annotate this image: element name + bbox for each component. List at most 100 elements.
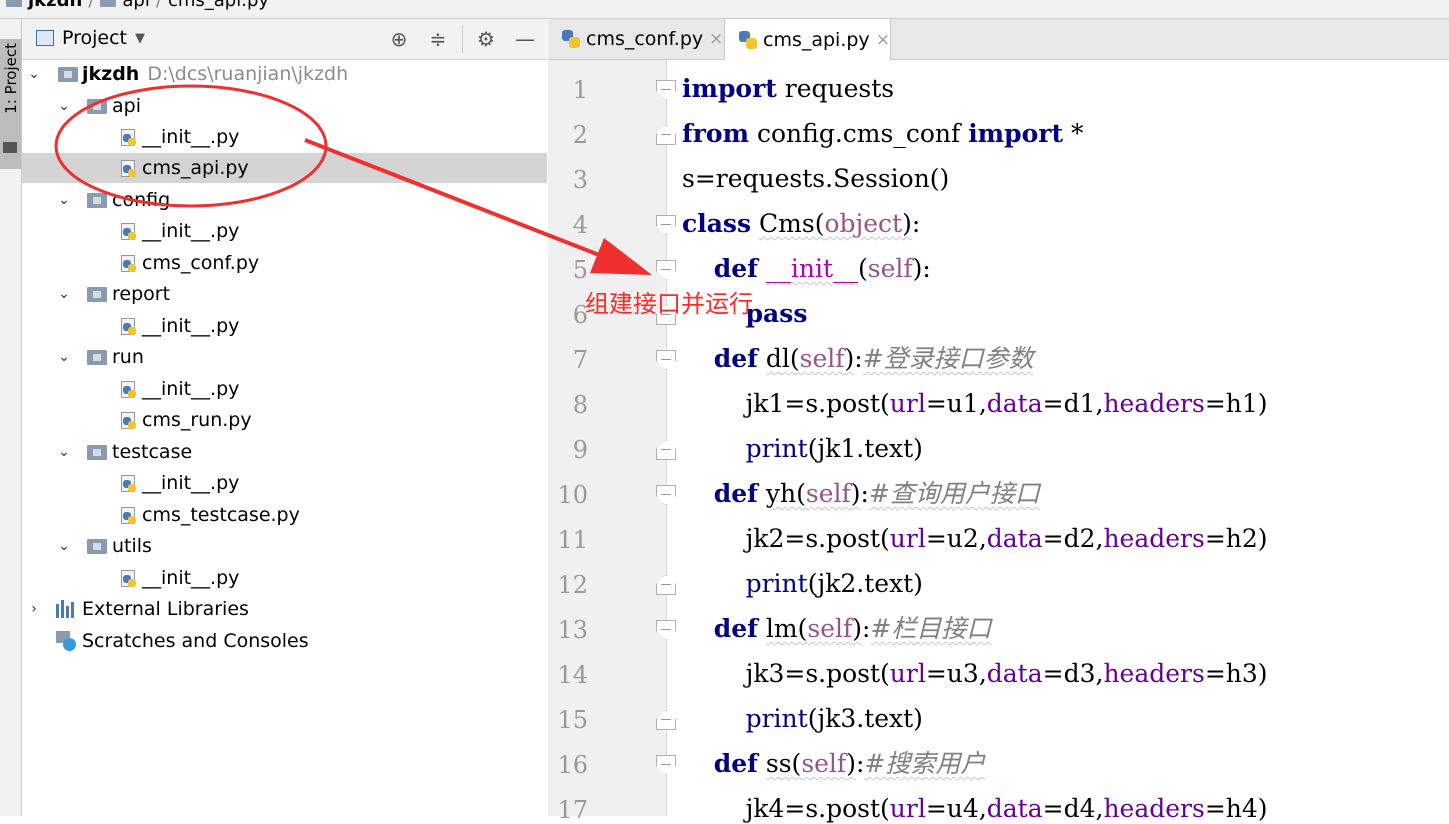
breadcrumb-api[interactable]: api	[122, 0, 149, 11]
fold-open-icon[interactable]	[656, 755, 676, 775]
tree-root[interactable]: ⌄ jkzdh D:\dcs\ruanjian\jkzdh	[22, 59, 547, 89]
code-line[interactable]: def __init__(self):	[682, 254, 931, 284]
fold-open-icon[interactable]	[656, 260, 676, 280]
tab-cms-conf[interactable]: cms_conf.py ×	[548, 19, 725, 59]
tree-item-label: testcase	[112, 441, 193, 463]
chevron-down-icon[interactable]: ⌄	[56, 192, 72, 208]
chevron-down-icon[interactable]: ⌄	[56, 538, 72, 554]
editor-tab-bar: cms_conf.py × cms_api.py ×	[548, 19, 1449, 60]
tree-file[interactable]: cms_conf.py	[22, 248, 547, 278]
project-view-selector[interactable]: Project ▼	[36, 27, 145, 49]
code-line[interactable]: class Cms(object):	[682, 209, 920, 239]
tree-item-external-libraries[interactable]: › External Libraries	[22, 594, 547, 624]
code-line[interactable]: def dl(self):#登录接口参数	[682, 344, 1034, 374]
code-line[interactable]: def ss(self):#搜索用户	[682, 749, 986, 779]
line-number: 5	[572, 256, 588, 284]
fold-open-icon[interactable]	[656, 215, 676, 235]
fold-end-icon[interactable]	[656, 440, 676, 460]
code-line[interactable]: from config.cms_conf import *	[682, 119, 1083, 149]
code-line[interactable]: print(jk2.text)	[682, 569, 923, 599]
tree-item-scratches[interactable]: Scratches and Consoles	[22, 626, 547, 656]
project-tool-tab-label: 1: Project	[2, 43, 20, 114]
tree-folder[interactable]: ⌄ api	[22, 91, 547, 121]
project-panel-title: Project	[62, 27, 128, 49]
fold-open-icon[interactable]	[656, 80, 676, 100]
chevron-down-icon[interactable]: ⌄	[56, 349, 72, 365]
chevron-down-icon[interactable]: ⌄	[56, 286, 72, 302]
gear-icon[interactable]: ⚙	[474, 27, 498, 51]
project-tool-tab[interactable]: 1: Project	[0, 39, 21, 169]
collapse-all-icon[interactable]: ≑	[426, 27, 450, 51]
code-line[interactable]: s=requests.Session()	[682, 164, 949, 194]
folder-icon	[87, 192, 107, 208]
folder-icon	[87, 538, 107, 554]
chevron-down-icon: ▼	[135, 30, 146, 46]
folder-icon	[87, 98, 107, 114]
project-panel-header: Project ▼ ⊕ ≑ ⚙ —	[22, 19, 547, 60]
chevron-down-icon[interactable]: ⌄	[26, 66, 42, 82]
locate-file-icon[interactable]: ⊕	[387, 27, 411, 51]
left-tool-strip: 1: Project	[0, 19, 22, 816]
fold-end-icon[interactable]	[656, 575, 676, 595]
chevron-down-icon[interactable]: ⌄	[56, 444, 72, 460]
code-line[interactable]: jk2=s.post(url=u2,data=d2,headers=h2)	[682, 524, 1268, 554]
fold-end-icon[interactable]	[656, 125, 676, 145]
editor-area: cms_conf.py × cms_api.py × 1 2 3 4 5 6 7 8 9 10 11…	[548, 19, 1449, 824]
code-line[interactable]: import requests	[682, 74, 894, 104]
tree-file[interactable]: __init__.py	[22, 563, 547, 593]
tree-folder[interactable]: ⌄ run	[22, 342, 547, 372]
python-file-icon	[119, 569, 137, 587]
tree-file[interactable]: cms_testcase.py	[22, 500, 547, 530]
python-file-icon	[119, 411, 137, 429]
tree-file[interactable]: __init__.py	[22, 122, 547, 152]
line-number: 6	[572, 301, 588, 329]
tree-item-label: __init__.py	[142, 378, 240, 400]
python-file-icon	[119, 474, 137, 492]
python-file-icon	[119, 506, 137, 524]
fold-end-icon[interactable]	[656, 710, 676, 730]
tree-file[interactable]: __init__.py	[22, 468, 547, 498]
code-line[interactable]: def lm(self):#栏目接口	[682, 614, 992, 644]
root-name: jkzdh	[82, 63, 140, 85]
python-file-icon	[119, 380, 137, 398]
tree-item-label: cms_api.py	[142, 157, 249, 179]
breadcrumb-separator: /	[155, 0, 162, 11]
close-icon[interactable]: ×	[876, 30, 890, 50]
chevron-down-icon[interactable]: ⌄	[56, 98, 72, 114]
tree-file[interactable]: __init__.py	[22, 374, 547, 404]
tree-file[interactable]: __init__.py	[22, 311, 547, 341]
tree-folder[interactable]: ⌄ utils	[22, 531, 547, 561]
tree-file[interactable]: __init__.py	[22, 216, 547, 246]
folder-icon	[87, 444, 107, 460]
tab-label: cms_api.py	[763, 28, 870, 51]
line-number: 4	[572, 211, 588, 239]
tree-item-label: cms_testcase.py	[142, 504, 300, 526]
python-file-icon	[119, 317, 137, 335]
tree-folder[interactable]: ⌄ report	[22, 279, 547, 309]
tree-file[interactable]: cms_api.py	[22, 153, 547, 183]
folder-icon	[100, 0, 117, 7]
code-line[interactable]: def yh(self):#查询用户接口	[682, 479, 1040, 509]
breadcrumb-file[interactable]: cms_api.py	[168, 0, 269, 11]
line-number: 15	[557, 706, 588, 734]
fold-open-icon[interactable]	[656, 620, 676, 640]
close-icon[interactable]: ×	[709, 29, 723, 49]
python-file-icon	[119, 254, 137, 272]
tree-folder[interactable]: ⌄ testcase	[22, 437, 547, 467]
code-line[interactable]: print(jk1.text)	[682, 434, 923, 464]
tree-item-label: cms_run.py	[142, 409, 252, 431]
code-line[interactable]: jk1=s.post(url=u1,data=d1,headers=h1)	[682, 389, 1268, 419]
tree-folder[interactable]: ⌄ config	[22, 185, 547, 215]
code-line[interactable]: jk3=s.post(url=u3,data=d3,headers=h3)	[682, 659, 1268, 689]
code-line[interactable]: jk4=s.post(url=u4,data=d4,headers=h4)	[682, 794, 1268, 824]
code-line[interactable]: print(jk3.text)	[682, 704, 923, 734]
tree-item-label: api	[112, 95, 141, 117]
tree-file[interactable]: cms_run.py	[22, 405, 547, 435]
fold-open-icon[interactable]	[656, 350, 676, 370]
fold-open-icon[interactable]	[656, 485, 676, 505]
hide-panel-icon[interactable]: —	[513, 27, 537, 51]
breadcrumb-root[interactable]: jkzdh	[28, 0, 82, 11]
line-number: 17	[557, 796, 588, 824]
chevron-right-icon[interactable]: ›	[26, 601, 42, 617]
tab-cms-api[interactable]: cms_api.py ×	[725, 19, 891, 60]
